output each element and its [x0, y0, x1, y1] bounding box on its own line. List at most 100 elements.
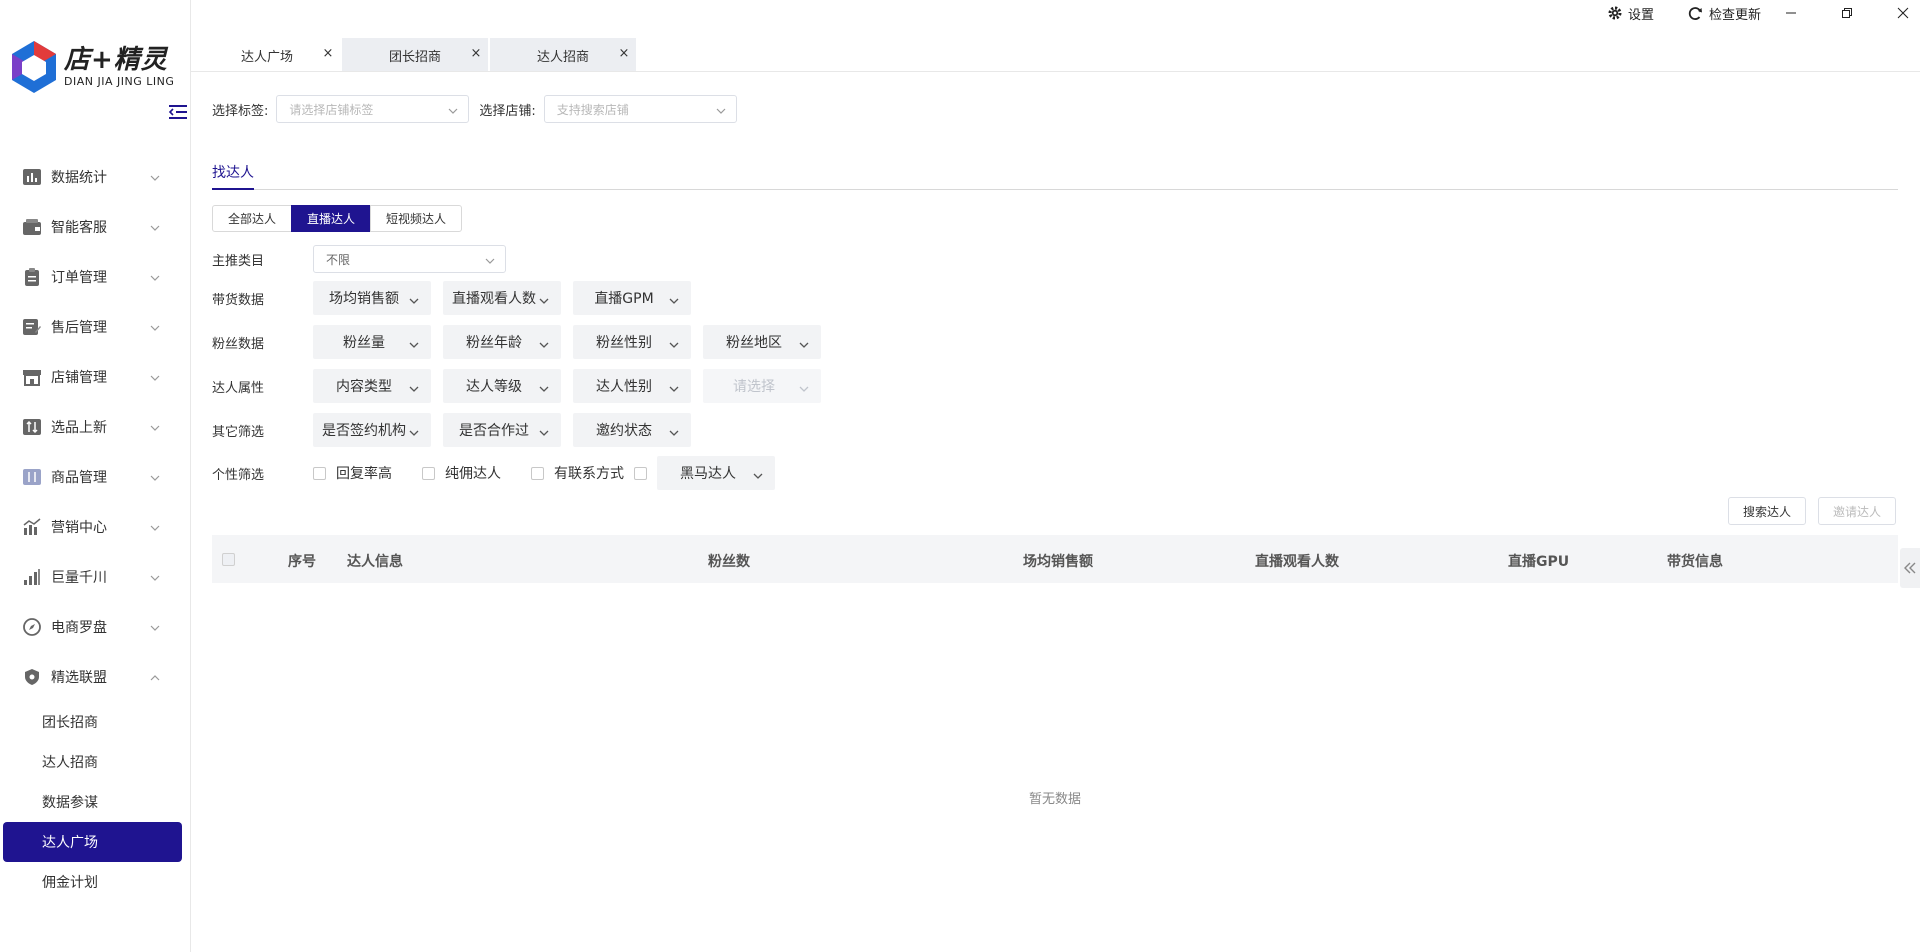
influencer-gender-select[interactable]: 达人性别 [573, 369, 691, 403]
dark-horse-select[interactable]: 黑马达人 [657, 456, 775, 490]
fans-age-select[interactable]: 粉丝年龄 [443, 325, 561, 359]
checkbox-box[interactable] [531, 466, 544, 480]
high-reply-checkbox[interactable]: 回复率高 [313, 463, 392, 483]
content-type-select[interactable]: 内容类型 [313, 369, 431, 403]
live-gpm-select[interactable]: 直播GPM [573, 281, 691, 315]
has-contact-checkbox[interactable]: 有联系方式 [531, 463, 624, 483]
select-text: 是否签约机构 [322, 423, 406, 439]
chevron-down-icon [669, 382, 679, 398]
table-header: 序号 达人信息 粉丝数 场均销售额 直播观看人数 直播GPU 带货信息 [212, 535, 1898, 583]
wallet-icon [22, 217, 42, 237]
fans-region-select[interactable]: 粉丝地区 [703, 325, 821, 359]
trend-chart-icon [22, 517, 42, 537]
tag-select[interactable]: 请选择店铺标签 [276, 95, 470, 123]
fans-gender-select[interactable]: 粉丝性别 [573, 325, 691, 359]
bar-chart-icon [22, 167, 42, 187]
check-update-button[interactable]: 检查更新 [1688, 3, 1761, 23]
search-influencer-button[interactable]: 搜索达人 [1728, 497, 1807, 525]
shop-select[interactable]: 支持搜索店铺 [543, 95, 737, 123]
checkbox-box[interactable] [422, 466, 435, 480]
close-tab-icon[interactable]: × [618, 47, 630, 60]
avg-sales-select[interactable]: 场均销售额 [313, 281, 431, 315]
chevron-down-icon [539, 382, 549, 398]
sidebar-item-data-stats[interactable]: 数据统计 [0, 152, 190, 202]
invite-status-select[interactable]: 邀约状态 [573, 413, 691, 447]
chevron-down-icon [669, 294, 679, 310]
main-category-select[interactable]: 不限 [313, 245, 506, 273]
column-avg-sales: 场均销售额 [1023, 554, 1093, 570]
compass-icon [22, 617, 42, 637]
cooperated-select[interactable]: 是否合作过 [443, 413, 561, 447]
chevron-down-icon [150, 321, 160, 331]
close-window-button[interactable] [1897, 3, 1915, 23]
sidebar-item-orders[interactable]: 订单管理 [0, 252, 190, 302]
other-filter-row: 其它筛选 是否签约机构 是否合作过 邀约状态 [212, 413, 703, 447]
column-live-viewers: 直播观看人数 [1255, 554, 1339, 570]
sidebar-item-after-sales[interactable]: 售后管理 [0, 302, 190, 352]
sidebar-item-qianchuan[interactable]: 巨量千川 [0, 552, 190, 602]
sidebar-item-label: 选品上新 [51, 420, 107, 436]
select-text: 达人等级 [466, 379, 522, 395]
checkbox-box[interactable] [313, 466, 326, 480]
sidebar-item-marketing[interactable]: 营销中心 [0, 502, 190, 552]
check-update-label: 检查更新 [1709, 7, 1762, 23]
tab-influencer-square[interactable]: 达人广场 × [194, 38, 342, 72]
checkbox-label: 纯佣达人 [445, 466, 501, 482]
pure-commission-checkbox[interactable]: 纯佣达人 [422, 463, 501, 483]
chevron-down-icon [409, 382, 419, 398]
sidebar-item-product-select[interactable]: 选品上新 [0, 402, 190, 452]
column-live-gpu: 直播GPU [1508, 554, 1570, 570]
tab-find-influencer[interactable]: 找达人 [212, 160, 254, 190]
sidebar-item-alliance[interactable]: 精选联盟 [0, 652, 190, 702]
submenu-item-leader-recruit[interactable]: 团长招商 [0, 702, 190, 742]
select-text: 黑马达人 [680, 466, 736, 482]
sidebar-item-label: 店铺管理 [51, 370, 107, 386]
submenu-item-commission-plan[interactable]: 佣金计划 [0, 862, 190, 902]
sidebar-item-goods[interactable]: 商品管理 [0, 452, 190, 502]
segment-all-influencers[interactable]: 全部达人 [212, 205, 293, 232]
sidebar-item-compass[interactable]: 电商罗盘 [0, 602, 190, 652]
chevron-down-icon [485, 255, 495, 269]
chevron-down-icon [799, 382, 809, 398]
column-index: 序号 [288, 554, 316, 570]
fans-count-select[interactable]: 粉丝量 [313, 325, 431, 359]
checkbox-label: 有联系方式 [554, 466, 624, 482]
sidebar-item-smart-service[interactable]: 智能客服 [0, 202, 190, 252]
live-viewers-select[interactable]: 直播观看人数 [443, 281, 561, 315]
column-influencer-info: 达人信息 [347, 554, 403, 570]
double-chevron-left-icon[interactable] [1900, 548, 1920, 588]
sidebar-item-store[interactable]: 店铺管理 [0, 352, 190, 402]
chevron-down-icon [539, 338, 549, 354]
checkbox-label: 回复率高 [336, 466, 392, 482]
empty-state-text: 暂无数据 [1028, 792, 1081, 807]
restore-button[interactable] [1841, 3, 1859, 23]
sub-attr-select[interactable]: 请选择 [703, 369, 821, 403]
close-tab-icon[interactable]: × [322, 47, 334, 60]
select-all-checkbox[interactable] [222, 553, 235, 566]
chevron-down-icon [150, 271, 160, 281]
close-tab-icon[interactable]: × [470, 47, 482, 60]
tab-influencer-recruit[interactable]: 达人招商 × [490, 38, 638, 72]
segment-live-influencers[interactable]: 直播达人 [291, 205, 372, 232]
shop-label: 选择店铺: [479, 103, 536, 119]
invite-influencer-button[interactable]: 邀请达人 [1818, 497, 1897, 525]
submenu-item-influencer-recruit[interactable]: 达人招商 [0, 742, 190, 782]
select-text: 场均销售额 [329, 291, 399, 307]
main-category-value: 不限 [326, 252, 351, 267]
fans-data-label: 粉丝数据 [212, 336, 265, 352]
tag-select-placeholder: 请选择店铺标签 [289, 102, 374, 117]
tab-leader-recruit[interactable]: 团长招商 × [342, 38, 490, 72]
submenu-item-data-advisor[interactable]: 数据参谋 [0, 782, 190, 822]
minimize-button[interactable] [1785, 3, 1803, 23]
signed-agency-select[interactable]: 是否签约机构 [313, 413, 431, 447]
influencer-level-select[interactable]: 达人等级 [443, 369, 561, 403]
segment-short-video-influencers[interactable]: 短视频达人 [370, 205, 463, 232]
submenu-item-influencer-square[interactable]: 达人广场 [3, 822, 182, 862]
collapse-menu-icon[interactable] [168, 102, 188, 122]
title-bar: 设置 检查更新 [191, 0, 1920, 25]
chevron-down-icon [716, 105, 726, 119]
chevron-down-icon [539, 294, 549, 310]
dark-horse-checkbox[interactable] [634, 466, 647, 480]
settings-button[interactable]: 设置 [1608, 3, 1654, 23]
brand-name: 店+精灵 [64, 45, 168, 75]
